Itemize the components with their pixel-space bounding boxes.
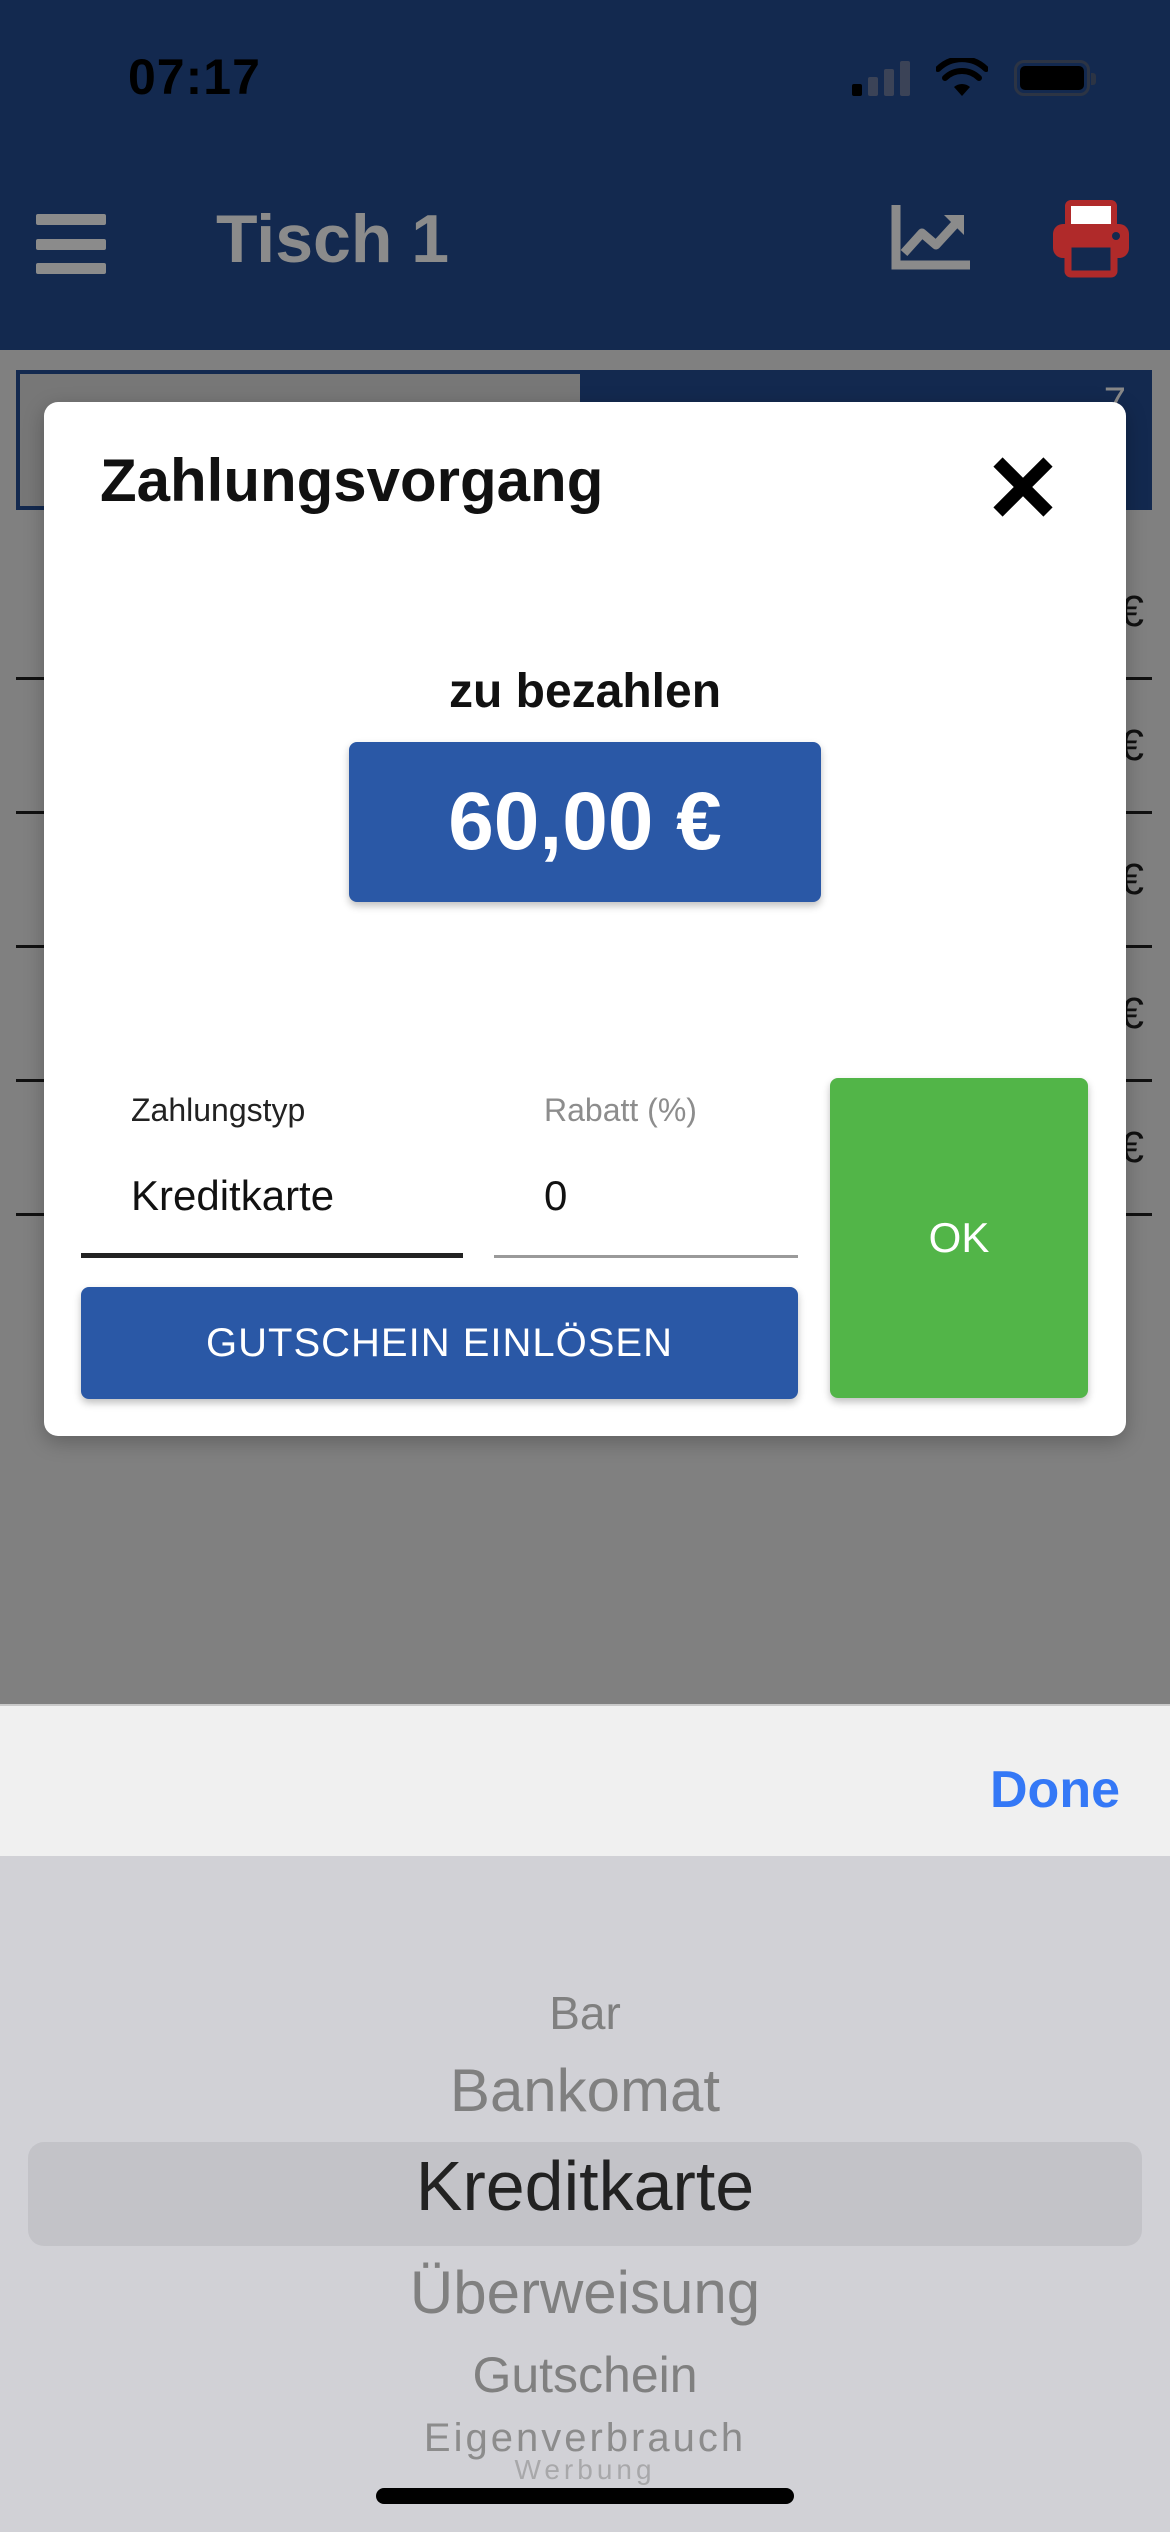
payment-type-field[interactable]: Zahlungstyp Kreditkarte [81,1092,463,1258]
discount-label: Rabatt (%) [544,1092,697,1128]
wifi-icon [936,58,988,96]
page-title: Tisch 1 [216,201,450,277]
close-icon[interactable] [990,454,1056,520]
ok-button[interactable]: OK [830,1078,1088,1398]
picker-option[interactable]: Werbung [0,2454,1170,2486]
picker-toolbar: Done [0,1704,1170,1856]
battery-icon [1014,60,1096,96]
amount-due-label: zu bezahlen [448,665,722,718]
payment-type-value: Kreditkarte [131,1172,335,1219]
payment-type-picker[interactable]: Bar Bankomat Kreditkarte Überweisung Gut… [0,1856,1170,2532]
picker-option[interactable]: Überweisung [0,2258,1170,2327]
status-time: 07:17 [128,49,261,105]
payment-type-label: Zahlungstyp [131,1092,306,1128]
field-underline [81,1253,463,1258]
discount-value: 0 [544,1172,568,1219]
app-header: 07:17 Tisch 1 [0,0,1170,350]
printer-icon[interactable] [1050,200,1132,278]
chart-line-icon[interactable] [890,205,970,271]
done-button[interactable]: Done [990,1760,1120,1820]
picker-option[interactable]: Gutschein [0,2346,1170,2404]
hamburger-menu-icon[interactable] [36,214,106,274]
dialog-title: Zahlungsvorgang [100,447,604,514]
status-indicators [852,58,1096,98]
discount-field[interactable]: Rabatt (%) 0 [494,1092,798,1258]
picker-option-selected[interactable]: Kreditkarte [0,2146,1170,2226]
field-underline [494,1255,798,1258]
picker-option[interactable]: Bar [0,1986,1170,2040]
amount-due-value: 60,00 € [349,742,821,902]
payment-dialog: Zahlungsvorgang zu bezahlen 60,00 € Zahl… [44,402,1126,1436]
redeem-voucher-button[interactable]: GUTSCHEIN EINLÖSEN [81,1287,798,1399]
home-indicator [376,2488,794,2504]
cellular-signal-icon [852,60,910,96]
picker-option[interactable]: Bankomat [0,2056,1170,2125]
